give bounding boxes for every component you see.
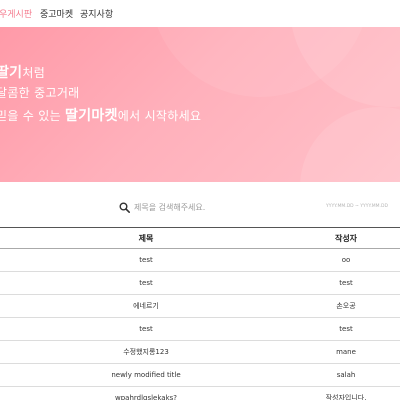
row-title[interactable]: test — [0, 317, 292, 341]
search-input[interactable] — [134, 199, 314, 215]
row-title[interactable]: test — [0, 271, 292, 295]
hero-line-3-pre: 믿을 수 있는 — [0, 109, 66, 123]
hero-banner: 딸기처럼 달콤한 중고거래 믿을 수 있는 딸기마켓에서 시작하세요 — [0, 27, 400, 182]
row-title[interactable]: newly modified title — [0, 363, 292, 387]
row-title[interactable]: 수정했지롱123 — [0, 340, 292, 364]
hero-line-1-rest: 처럼 — [22, 66, 46, 80]
table-row[interactable]: test oo — [0, 248, 400, 272]
row-title[interactable]: test — [0, 248, 292, 272]
top-navigation: 우게시판 중고마켓 공지사항 — [0, 0, 400, 27]
hero-line-1: 딸기처럼 — [0, 62, 45, 82]
table-row[interactable]: wpahrdlqslekaks? 작성자입니다. — [0, 386, 400, 400]
row-author: 손오공 — [292, 294, 400, 318]
row-author: test — [292, 317, 400, 341]
column-header-author: 작성자 — [292, 227, 400, 249]
row-author: test — [292, 271, 400, 295]
board-table: 제목 작성자 test oo test test 에네르기 손오공 test t… — [0, 227, 400, 400]
table-row[interactable]: 에네르기 손오공 — [0, 294, 400, 318]
row-author: oo — [292, 248, 400, 272]
hero-brand-name: 딸기마켓 — [65, 108, 118, 124]
hero-decoration — [300, 107, 400, 182]
hero-brand-word: 딸기 — [0, 65, 23, 81]
row-title[interactable]: wpahrdlqslekaks? — [0, 386, 292, 400]
row-title[interactable]: 에네르기 — [0, 294, 292, 318]
table-row[interactable]: 수정했지롱123 mane — [0, 340, 400, 364]
search-icon[interactable] — [119, 202, 130, 213]
nav-item-notice[interactable]: 공지사항 — [80, 7, 113, 20]
table-header-row: 제목 작성자 — [0, 227, 400, 249]
hero-line-2: 달콤한 중고거래 — [0, 86, 80, 100]
column-header-title: 제목 — [0, 227, 292, 249]
date-range-picker[interactable]: YYYY.MM.DD ~ YYYY.MM.DD — [326, 204, 388, 209]
table-row[interactable]: test test — [0, 271, 400, 295]
hero-line-3-post: 에서 시작하세요 — [117, 109, 202, 123]
hero-line-3: 믿을 수 있는 딸기마켓에서 시작하세요 — [0, 105, 201, 125]
table-row[interactable]: newly modified title salah — [0, 363, 400, 387]
table-row[interactable]: test test — [0, 317, 400, 341]
nav-item-board[interactable]: 우게시판 — [0, 7, 32, 20]
row-author: 작성자입니다. — [292, 386, 400, 400]
row-author: mane — [292, 340, 400, 364]
nav-item-market[interactable]: 중고마켓 — [40, 7, 73, 20]
row-author: salah — [292, 363, 400, 387]
